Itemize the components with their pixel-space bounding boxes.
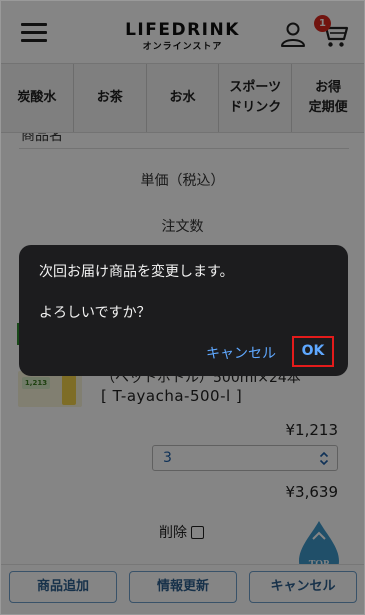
confirm-dialog: 次回お届け商品を変更します。 よろしいですか？ キャンセル OK (19, 245, 348, 376)
dialog-question: よろしいですか？ (39, 305, 151, 321)
dialog-ok-button[interactable]: OK (292, 336, 334, 367)
dialog-cancel-button[interactable]: キャンセル (206, 343, 276, 363)
page: LIFEDRINK オンラインストア 1 炭酸水 お茶 お水 スポーツ ドリンク… (0, 0, 365, 615)
dialog-message: 次回お届け商品を変更します。 (39, 264, 234, 280)
